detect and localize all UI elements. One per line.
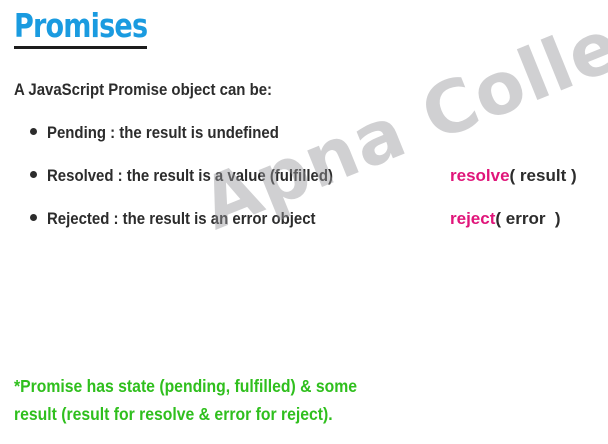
state-item-rejected: Rejected : the result is an error object [30, 209, 352, 229]
title-underline [14, 46, 147, 49]
reject-call: reject( error ) [450, 209, 561, 229]
note-line-2: result (result for resolve & error for r… [14, 404, 333, 424]
promise-note: *Promise has state (pending, fulfilled) … [14, 372, 534, 428]
resolve-call: resolve( result ) [450, 166, 577, 186]
resolve-function-name: resolve [450, 166, 510, 185]
bullet-icon [30, 128, 37, 136]
resolve-args: ( result ) [509, 166, 577, 185]
state-label-pending: Pending : the result is undefined [47, 123, 279, 142]
note-line-1: *Promise has state (pending, fulfilled) … [14, 376, 358, 396]
intro-text: A JavaScript Promise object can be: [14, 80, 273, 99]
reject-args: ( error ) [495, 209, 561, 228]
page-title: Promises [14, 6, 148, 45]
state-label-resolved: Resolved : the result is a value (fulfil… [47, 166, 333, 185]
state-label-rejected: Rejected : the result is an error object [47, 209, 316, 228]
state-item-pending: Pending : the result is undefined [30, 123, 311, 143]
reject-function-name: reject [450, 209, 496, 228]
bullet-icon [30, 171, 37, 179]
state-item-resolved: Resolved : the result is a value (fulfil… [30, 166, 372, 186]
bullet-icon [30, 214, 37, 222]
